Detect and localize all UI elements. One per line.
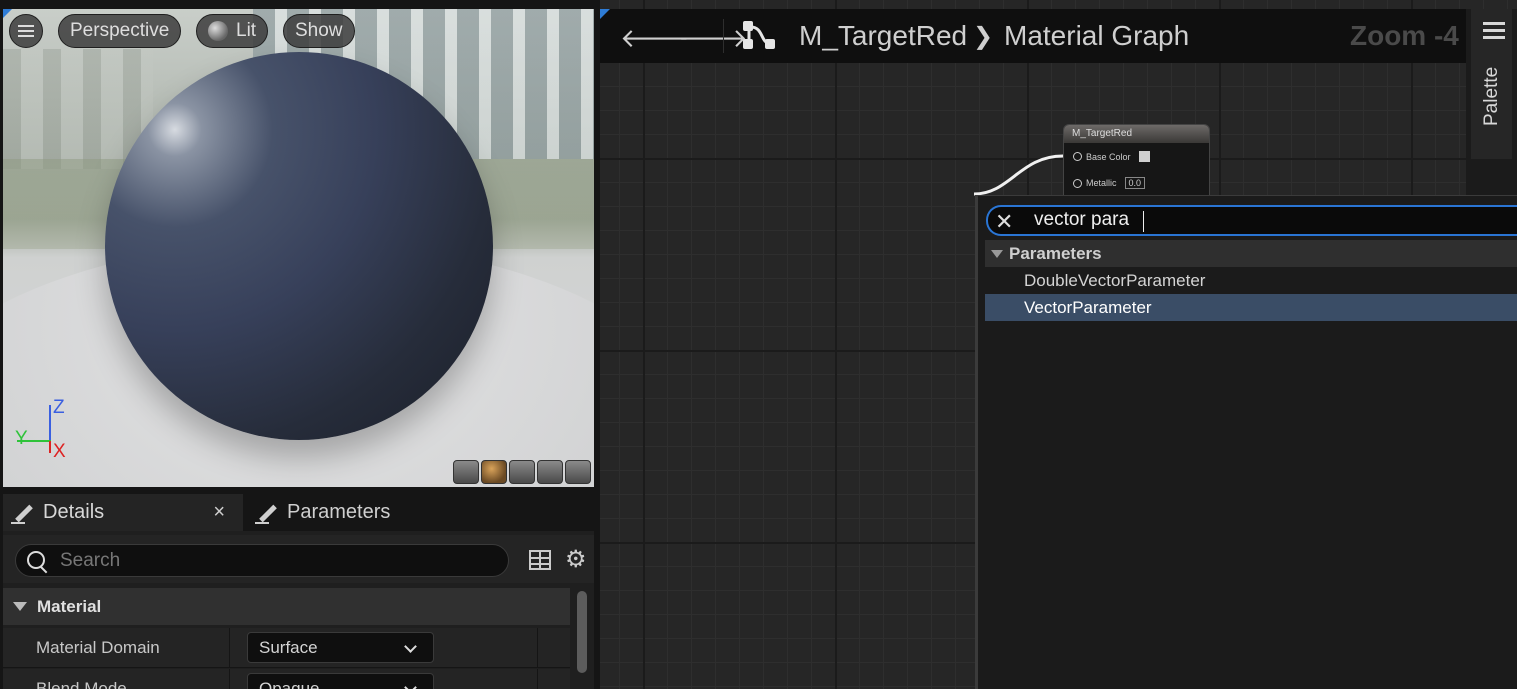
pin-label: Metallic: [1086, 178, 1117, 188]
forward-arrow-icon[interactable]: 🡒: [678, 23, 748, 54]
details-search-box[interactable]: [15, 544, 509, 577]
hamburger-icon: [18, 30, 34, 32]
chevron-down-icon: [991, 249, 1003, 258]
column-divider: [537, 669, 538, 689]
node-search-popup: ✕ Parameters DoubleVectorParameter Vecto…: [975, 195, 1517, 689]
property-name: Material Domain: [36, 638, 160, 657]
graph-header-bar: 🡐 🡒 M_TargetRed ❯ Material Graph Zoom -4: [600, 9, 1466, 63]
node-search-box[interactable]: ✕: [986, 205, 1517, 236]
preview-shape-toolbar: [453, 460, 591, 484]
column-divider[interactable]: [229, 669, 230, 689]
header-separator: [723, 19, 724, 53]
gear-icon[interactable]: ⚙: [565, 548, 587, 572]
viewport-focus-marker: [3, 9, 12, 18]
column-divider: [537, 628, 538, 668]
cylinder-icon[interactable]: [453, 460, 479, 484]
lit-button[interactable]: Lit: [196, 14, 269, 48]
section-material-label: Material: [37, 596, 102, 616]
sphere-icon[interactable]: [481, 460, 507, 484]
list-item-double-vector-parameter[interactable]: DoubleVectorParameter: [985, 267, 1517, 294]
text-cursor: [1143, 211, 1144, 232]
category-parameters[interactable]: Parameters: [985, 240, 1517, 267]
node-title: M_TargetRed: [1064, 125, 1209, 143]
axis-gizmo: Z Y X: [13, 397, 73, 467]
details-search-row: ⚙: [3, 535, 594, 583]
breadcrumb-graph: Material Graph: [1004, 20, 1190, 51]
palette-label: Palette: [1481, 66, 1502, 126]
property-row: Material Domain Surface: [3, 628, 570, 668]
viewport-menu-button[interactable]: [9, 14, 43, 48]
z-axis-line: [49, 405, 51, 441]
edit-icon: [255, 502, 277, 524]
chevron-down-icon: [13, 602, 27, 611]
chevron-down-icon: [404, 640, 417, 653]
preview-viewport[interactable]: Perspective Lit Show Z Y X: [3, 9, 594, 487]
close-icon[interactable]: ✕: [995, 209, 1013, 235]
list-icon: [1483, 22, 1505, 40]
graph-icon: [743, 21, 777, 51]
cube-icon[interactable]: [537, 460, 563, 484]
plane-icon[interactable]: [509, 460, 535, 484]
axis-y-label: Y: [15, 428, 28, 449]
axis-z-label: Z: [53, 397, 65, 418]
axis-x-label: X: [53, 441, 66, 462]
mesh-icon[interactable]: [565, 460, 591, 484]
property-row: Blend Mode Opaque: [3, 669, 570, 689]
connection-wire: [973, 154, 1064, 196]
material-domain-dropdown[interactable]: Surface: [247, 632, 434, 663]
lit-label: Lit: [236, 20, 257, 41]
category-label: Parameters: [1009, 243, 1102, 263]
x-axis-line: [49, 441, 51, 453]
details-scrollbar[interactable]: [577, 591, 587, 673]
material-editor: Perspective Lit Show Z Y X Details × Par…: [0, 0, 1517, 689]
search-icon: [26, 550, 48, 572]
breadcrumb-asset[interactable]: M_TargetRed: [799, 20, 967, 52]
tab-parameters-label: Parameters: [287, 501, 391, 523]
perspective-button[interactable]: Perspective: [58, 14, 182, 48]
lit-mode-icon: [208, 21, 228, 41]
chevron-down-icon: [404, 681, 417, 689]
table-view-icon[interactable]: [529, 550, 551, 570]
tab-parameters[interactable]: Parameters: [247, 494, 447, 531]
list-item-vector-parameter[interactable]: VectorParameter: [985, 294, 1517, 321]
pin-base-color[interactable]: Base Color: [1073, 151, 1150, 162]
graph-focus-marker: [600, 9, 610, 19]
property-name: Blend Mode: [36, 679, 127, 689]
tab-details[interactable]: Details ×: [3, 494, 243, 531]
pin-label: Base Color: [1086, 151, 1131, 162]
edit-icon: [11, 502, 33, 524]
dropdown-value: Opaque: [259, 679, 320, 689]
pin-circle-icon: [1073, 152, 1082, 161]
palette-tab[interactable]: Palette: [1471, 9, 1512, 159]
details-panel: Details × Parameters ⚙ Material Material…: [3, 491, 594, 689]
pin-metallic[interactable]: Metallic 0.0: [1073, 177, 1146, 189]
close-icon[interactable]: ×: [213, 501, 225, 524]
preview-sphere: [105, 52, 493, 440]
tab-details-label: Details: [43, 501, 105, 523]
details-tab-bar: Details × Parameters: [3, 491, 594, 531]
pin-value-input[interactable]: 0.0: [1124, 177, 1146, 189]
dropdown-value: Surface: [259, 638, 318, 657]
node-search-input[interactable]: [1034, 209, 1504, 231]
pin-circle-icon: [1073, 178, 1082, 188]
details-search-input[interactable]: [60, 549, 480, 572]
breadcrumb-separator-icon: ❯: [973, 23, 994, 50]
blend-mode-dropdown[interactable]: Opaque: [247, 673, 434, 689]
zoom-level: Zoom -4: [1350, 20, 1459, 51]
material-output-node[interactable]: M_TargetRed Base Color Metallic 0.0: [1063, 124, 1210, 206]
color-swatch[interactable]: [1138, 151, 1150, 162]
show-button[interactable]: Show: [283, 14, 355, 48]
section-material[interactable]: Material: [3, 588, 570, 625]
column-divider[interactable]: [229, 628, 230, 668]
